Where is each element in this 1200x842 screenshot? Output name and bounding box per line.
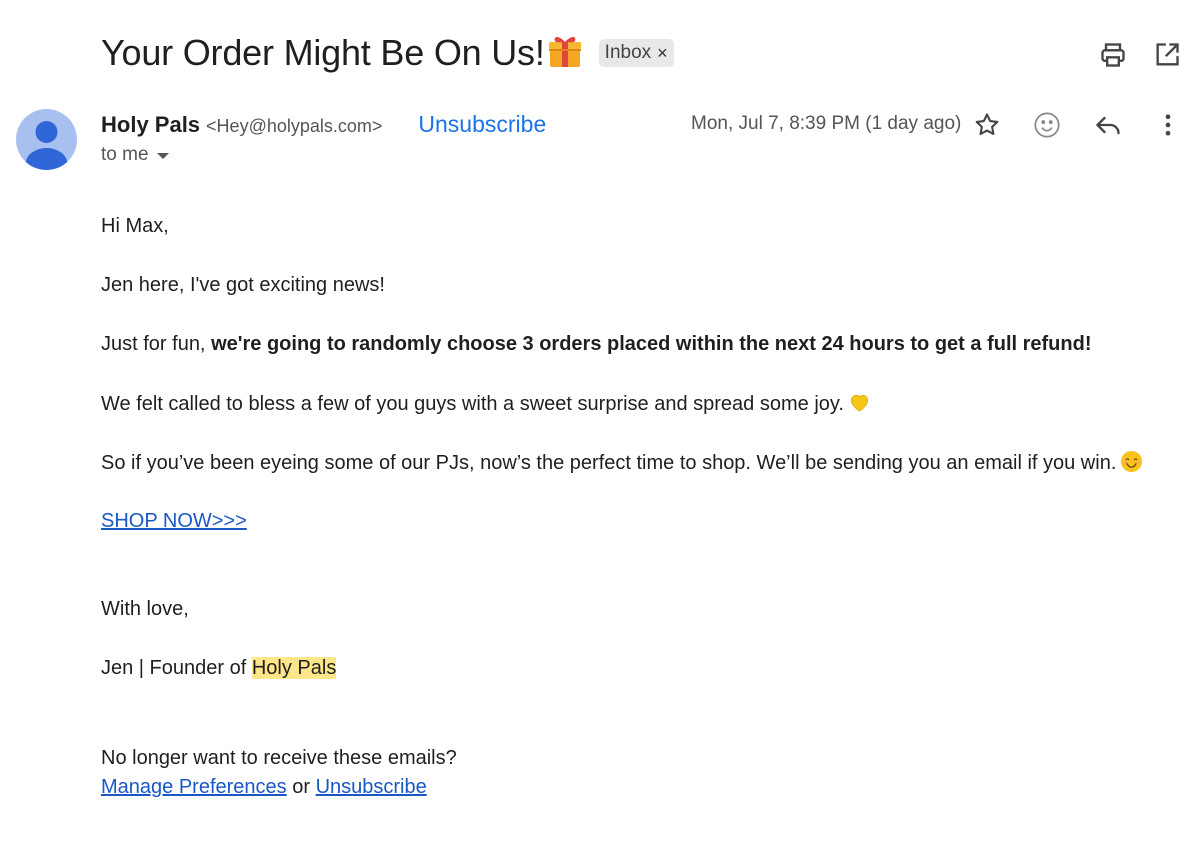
manage-preferences-link[interactable]: Manage Preferences — [101, 776, 287, 798]
signature-highlight: Holy Pals — [251, 657, 337, 679]
unsubscribe-footer-link[interactable]: Unsubscribe — [316, 776, 427, 798]
body-line-3-text: We felt called to bless a few of you guy… — [101, 393, 844, 415]
person-icon — [25, 121, 68, 170]
or-text: or — [286, 776, 316, 798]
footer-question: No longer want to receive these emails? — [101, 747, 457, 769]
gift-icon — [548, 37, 581, 67]
shop-now-link[interactable]: SHOP NOW>>> — [101, 510, 247, 532]
recipient-label: to me — [101, 144, 149, 165]
more-vert-icon — [1165, 114, 1171, 136]
smiley-icon — [1034, 112, 1060, 138]
yellow-heart-icon — [850, 394, 868, 412]
body-line-4: So if you’ve been eyeing some of our PJs… — [101, 450, 1143, 475]
subject-row: Your Order Might Be On Us! Inbox × — [101, 32, 674, 74]
sender-avatar[interactable] — [16, 109, 77, 170]
remove-label-button[interactable]: × — [657, 44, 668, 62]
reply-icon — [1096, 116, 1120, 135]
inbox-label-text: Inbox — [604, 42, 652, 63]
body-line-3: We felt called to bless a few of you guy… — [101, 391, 871, 416]
footer-links: Manage Preferences or Unsubscribe — [101, 775, 427, 799]
body-line-1: Jen here, I've got exciting news! — [101, 274, 385, 296]
body-line-2-bold: we're going to randomly choose 3 orders … — [211, 333, 1092, 355]
shop-now-row: SHOP NOW>>> — [101, 509, 247, 533]
unsubscribe-header-link[interactable]: Unsubscribe — [418, 111, 546, 138]
body-line-2-prefix: Just for fun, — [101, 333, 212, 355]
body-line-4-text: So if you’ve been eyeing some of our PJs… — [101, 452, 1117, 474]
star-icon — [975, 113, 999, 136]
inbox-label-chip[interactable]: Inbox × — [598, 39, 674, 67]
sender-name[interactable]: Holy Pals — [101, 112, 200, 138]
email-subject: Your Order Might Be On Us! — [101, 32, 545, 73]
sender-email: <Hey@holypals.com> — [206, 116, 383, 136]
signature-prefix: Jen | Founder of — [101, 657, 252, 679]
print-icon — [1101, 43, 1125, 67]
add-reaction-button[interactable] — [1032, 110, 1062, 140]
star-button[interactable] — [972, 110, 1002, 140]
body-line-2: Just for fun, we're going to randomly ch… — [101, 332, 1092, 356]
reply-button[interactable] — [1093, 110, 1123, 140]
more-options-button[interactable] — [1153, 110, 1183, 140]
sender-row: Holy Pals <Hey@holypals.com> Unsubscribe — [101, 111, 546, 138]
open-in-new-icon — [1156, 43, 1179, 66]
smiling-face-icon — [1121, 450, 1143, 473]
email-date: Mon, Jul 7, 8:39 PM (1 day ago) — [691, 113, 962, 134]
caret-down-icon — [156, 153, 169, 159]
closing: With love, — [101, 598, 189, 620]
print-button[interactable] — [1098, 40, 1128, 70]
open-in-new-window-button[interactable] — [1152, 40, 1182, 70]
signature: Jen | Founder of Holy Pals — [101, 656, 337, 680]
greeting: Hi Max, — [101, 215, 169, 237]
recipient-details-toggle[interactable]: to me — [101, 144, 169, 166]
